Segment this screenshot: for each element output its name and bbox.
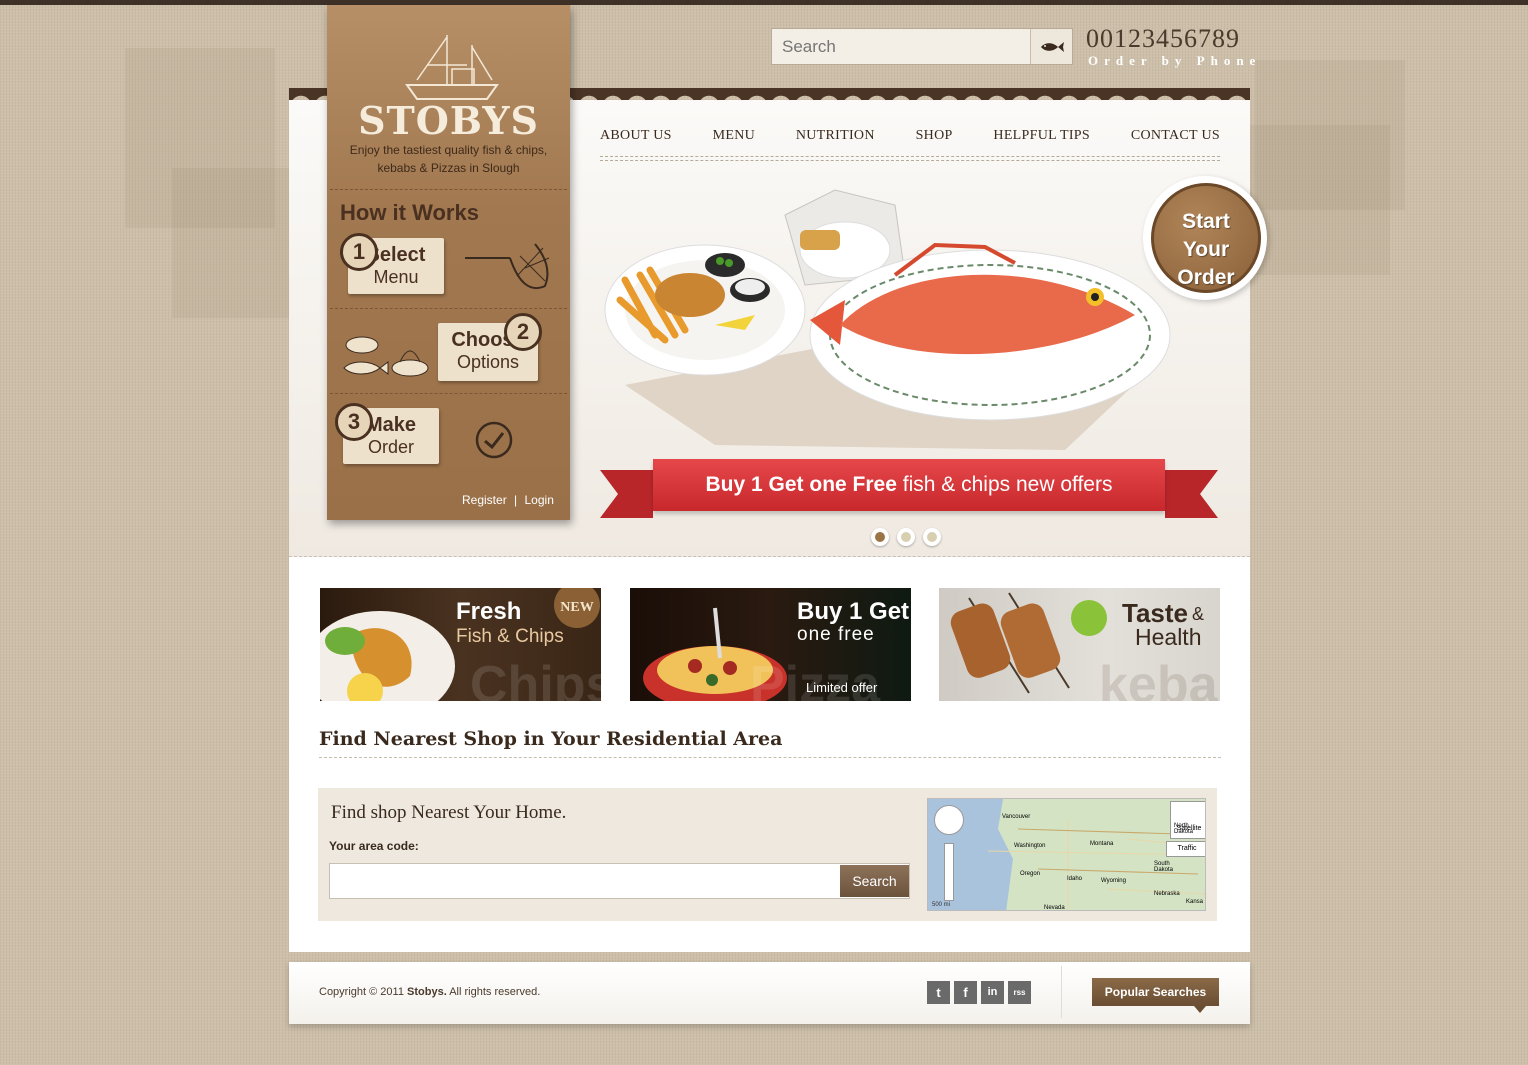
tagline-line: Enjoy the tastiest quality fish & chips, xyxy=(349,143,548,157)
finder-divider xyxy=(319,757,1221,758)
logo[interactable]: STOBYS xyxy=(327,98,570,143)
nav-nutrition[interactable]: NUTRITION xyxy=(796,128,875,144)
step-number: 2 xyxy=(504,313,542,351)
tagline-line: kebabs & Pizzas in Slough xyxy=(377,161,520,175)
ribbon-fold-left xyxy=(618,470,653,518)
popular-searches-button[interactable]: Popular Searches xyxy=(1092,978,1219,1006)
nav-about-us[interactable]: ABOUT US xyxy=(600,128,672,144)
map-pan-control[interactable] xyxy=(934,805,964,835)
offer-banner[interactable]: Buy 1 Get one Free fish & chips new offe… xyxy=(653,459,1165,511)
area-code-label: Your area code: xyxy=(329,839,419,853)
map-place: Nevada xyxy=(1044,905,1065,911)
banner-text: fish & chips new offers xyxy=(902,473,1113,496)
finder-subtitle: Find shop Nearest Your Home. xyxy=(331,802,567,823)
area-code-input[interactable] xyxy=(329,863,910,899)
promo-title: Buy 1 Get xyxy=(797,598,910,625)
phone-caption: Order by Phone xyxy=(1088,53,1262,68)
map-traffic-button[interactable]: Traffic xyxy=(1166,841,1205,857)
tagline: Enjoy the tastiest quality fish & chips,… xyxy=(327,141,570,177)
copyright-prefix: Copyright © 2011 xyxy=(319,986,404,998)
promo-subtitle: Fish & Chips xyxy=(456,626,564,647)
ribbon-tail-left xyxy=(600,470,618,518)
map-place: Kansa xyxy=(1186,899,1204,905)
promo-subtitle: Health xyxy=(1135,624,1202,650)
twitter-icon[interactable]: t xyxy=(927,981,950,1004)
step-number: 1 xyxy=(340,233,378,271)
fish-icon xyxy=(1040,41,1064,52)
ribbon-fold-right xyxy=(1165,470,1200,518)
promo-watermark: kebabs xyxy=(1099,656,1220,701)
map-place: Montana xyxy=(1090,841,1114,847)
nav-shop[interactable]: SHOP xyxy=(916,128,953,144)
promo-fresh-fish[interactable]: Fresh Fish & Chips NEW Chips xyxy=(320,588,601,701)
top-bar xyxy=(0,0,1528,5)
ribbon-tail-right xyxy=(1200,470,1218,518)
rss-icon[interactable]: rss xyxy=(1008,981,1031,1004)
hero-food-image xyxy=(604,189,1171,450)
header-search-input[interactable] xyxy=(772,29,1030,64)
slider-dot-1[interactable] xyxy=(871,528,889,546)
finder-title: Find Nearest Shop in Your Residential Ar… xyxy=(319,728,783,750)
banner-bold: Buy 1 Get one Free xyxy=(705,473,897,496)
map-place: Washington xyxy=(1014,843,1046,849)
copyright-rights: All rights reserved. xyxy=(449,986,541,998)
linkedin-icon[interactable]: in xyxy=(981,981,1004,1004)
promo-watermark: Pizza xyxy=(750,656,881,701)
map-place: North Dakota xyxy=(1174,823,1194,835)
paper-divider xyxy=(330,189,567,190)
promo-watermark: Chips xyxy=(470,656,601,701)
auth-separator: | xyxy=(514,493,518,507)
facebook-icon[interactable]: f xyxy=(954,981,977,1004)
nav-divider xyxy=(600,156,1220,161)
promo-taste-health[interactable]: Taste & Health kebabs xyxy=(939,588,1220,701)
copyright-brand: Stobys. xyxy=(407,986,447,998)
footer-divider xyxy=(1061,966,1062,1018)
map-zoom-slider[interactable] xyxy=(944,843,954,901)
register-link[interactable]: Register xyxy=(462,493,507,507)
slider-dot-3[interactable] xyxy=(923,528,941,546)
start-order-button[interactable]: Start Your Order xyxy=(1151,183,1261,293)
copyright: Copyright © 2011 Stobys. All rights rese… xyxy=(319,986,540,998)
how-it-works-title: How it Works xyxy=(340,200,479,225)
paper-divider xyxy=(330,393,567,394)
boat-icon xyxy=(405,35,499,100)
nav-contact-us[interactable]: CONTACT US xyxy=(1131,128,1220,144)
shop-map[interactable]: Satellite Traffic 500 mi Vancouver Washi… xyxy=(927,798,1206,911)
map-place: Vancouver xyxy=(1002,814,1031,820)
auth-links: Register | Login xyxy=(462,493,554,507)
promo-title: Fresh xyxy=(456,598,522,625)
new-badge: NEW xyxy=(554,588,600,628)
slider-dot-2[interactable] xyxy=(897,528,915,546)
map-place: Oregon xyxy=(1020,871,1041,877)
cta-line: Your Order xyxy=(1177,238,1235,289)
cta-line: Start xyxy=(1182,210,1230,233)
food-icons xyxy=(343,336,429,377)
paper-divider xyxy=(330,308,567,309)
login-link[interactable]: Login xyxy=(525,493,554,507)
fishing-net-icon xyxy=(465,243,550,289)
main-nav: ABOUT US MENU NUTRITION SHOP HELPFUL TIP… xyxy=(600,128,1220,144)
checkmark-icon xyxy=(475,421,513,459)
map-place: Nebraska xyxy=(1154,891,1180,897)
header-search-button[interactable] xyxy=(1030,29,1072,64)
area-search-button[interactable]: Search xyxy=(840,865,909,897)
step-text: Options xyxy=(456,352,520,372)
nav-menu[interactable]: MENU xyxy=(713,128,755,144)
promo-amp: & xyxy=(1192,604,1205,624)
header-search xyxy=(771,28,1073,65)
fish-chips-plate xyxy=(320,611,455,701)
nav-helpful-tips[interactable]: HELPFUL TIPS xyxy=(993,128,1090,144)
popular-searches-arrow xyxy=(1194,1006,1206,1013)
kebab-image xyxy=(950,592,1107,694)
map-place: South Dakota xyxy=(1154,861,1174,873)
map-scale: 500 mi xyxy=(932,902,951,908)
map-place: Wyoming xyxy=(1101,878,1126,884)
phone-number: 00123456789 xyxy=(1086,24,1240,53)
map-place: Idaho xyxy=(1067,876,1083,882)
promo-subtitle: one free xyxy=(797,624,875,645)
step-number: 3 xyxy=(335,403,373,441)
promo-buy-one[interactable]: Buy 1 Get one free Limited offer Pizza xyxy=(630,588,911,701)
hero-divider xyxy=(289,556,1250,557)
